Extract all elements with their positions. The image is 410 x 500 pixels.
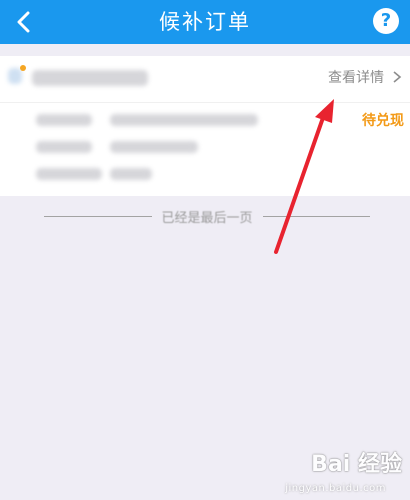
end-hint-line-right xyxy=(262,215,371,217)
order-card[interactable]: 查看详情 待兑现 xyxy=(0,56,410,196)
page-title: 候补订单 xyxy=(159,10,251,34)
status-badge: 待兑现 xyxy=(362,113,404,129)
end-hint-text: 已经是最后一页 xyxy=(161,210,253,226)
header-bar: 候补订单 ? xyxy=(0,0,410,44)
help-icon: ? xyxy=(380,10,392,31)
chevron-right-icon xyxy=(393,71,402,83)
blurred-value-3 xyxy=(110,168,152,180)
blurred-value-2 xyxy=(110,141,198,153)
blurred-label-1 xyxy=(36,114,92,126)
view-details-label: 查看详情 xyxy=(328,70,384,86)
card-divider xyxy=(0,102,410,103)
baidu-watermark-url: jingyan.baidu.com xyxy=(285,483,386,494)
order-dot-icon xyxy=(20,65,26,71)
list-end-hint: 已经是最后一页 xyxy=(44,206,371,226)
blurred-value-1 xyxy=(110,114,258,126)
end-hint-line-left xyxy=(44,215,152,217)
blurred-label-3 xyxy=(36,168,102,180)
blurred-train-icon xyxy=(8,68,22,84)
baidu-watermark: Bai 经验 xyxy=(311,452,402,477)
help-button[interactable]: ? xyxy=(373,8,399,34)
blurred-label-2 xyxy=(36,141,92,153)
view-details-link[interactable]: 查看详情 xyxy=(328,66,404,88)
blurred-route-text xyxy=(32,70,148,86)
